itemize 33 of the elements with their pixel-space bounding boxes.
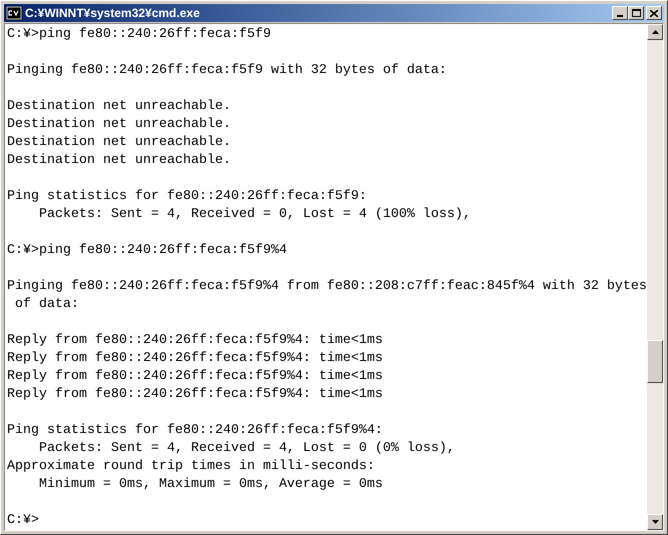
console-line: Reply from fe80::240:26ff:feca:f5f9%4: time<1ms <box>7 332 384 350</box>
console-line: Pinging fe80::240:26ff:feca:f5f9%4 from fe80::208:c7ff:feac:845f%4 with 32 bytes <box>7 278 647 296</box>
console-line: Destination net unreachable. <box>7 134 232 152</box>
console-line: Packets: Sent = 4, Received = 0, Lost = 4 (100% loss), <box>38 206 472 224</box>
console-line: Packets: Sent = 4, Received = 4, Lost = 0 (0% loss), <box>38 440 456 458</box>
scroll-up-button[interactable] <box>647 24 663 40</box>
console-line: Reply from fe80::240:26ff:feca:f5f9%4: time<1ms <box>7 386 384 404</box>
window-title: C:¥WINNT¥system32¥cmd.exe <box>25 5 200 21</box>
console-line: Ping statistics for fe80::240:26ff:feca:f5f9%4: <box>7 422 384 440</box>
console-line: of data: <box>14 296 80 314</box>
console-line: Reply from fe80::240:26ff:feca:f5f9%4: time<1ms <box>7 350 384 368</box>
console-line: Destination net unreachable. <box>7 116 232 134</box>
up-arrow-icon <box>652 30 658 34</box>
console-line: C:¥>ping fe80::240:26ff:feca:f5f9 <box>7 26 272 44</box>
console-line: C:¥>ping fe80::240:26ff:feca:f5f9%4 <box>7 242 288 260</box>
console-icon <box>6 6 22 20</box>
scroll-down-button[interactable] <box>647 514 663 530</box>
minimize-icon <box>617 15 623 17</box>
console-line: Approximate round trip times in milli-seconds: <box>7 458 376 476</box>
maximize-icon <box>632 9 640 17</box>
console-line: Destination net unreachable. <box>7 98 232 116</box>
console-line: Destination net unreachable. <box>7 152 232 170</box>
scroll-thumb[interactable] <box>647 340 663 383</box>
close-button[interactable] <box>646 6 662 20</box>
down-arrow-icon <box>652 520 658 524</box>
console-line: Ping statistics for fe80::240:26ff:feca:f5f9: <box>7 188 368 206</box>
console-line: Minimum = 0ms, Maximum = 0ms, Average = 0ms <box>38 476 384 494</box>
minimize-button[interactable] <box>612 6 628 20</box>
maximize-button[interactable] <box>628 6 644 20</box>
console-line: C:¥> <box>7 512 40 530</box>
console-line: Reply from fe80::240:26ff:feca:f5f9%4: time<1ms <box>7 368 384 386</box>
close-icon <box>650 10 658 16</box>
console-line: Pinging fe80::240:26ff:feca:f5f9 with 32 bytes of data: <box>7 62 448 80</box>
